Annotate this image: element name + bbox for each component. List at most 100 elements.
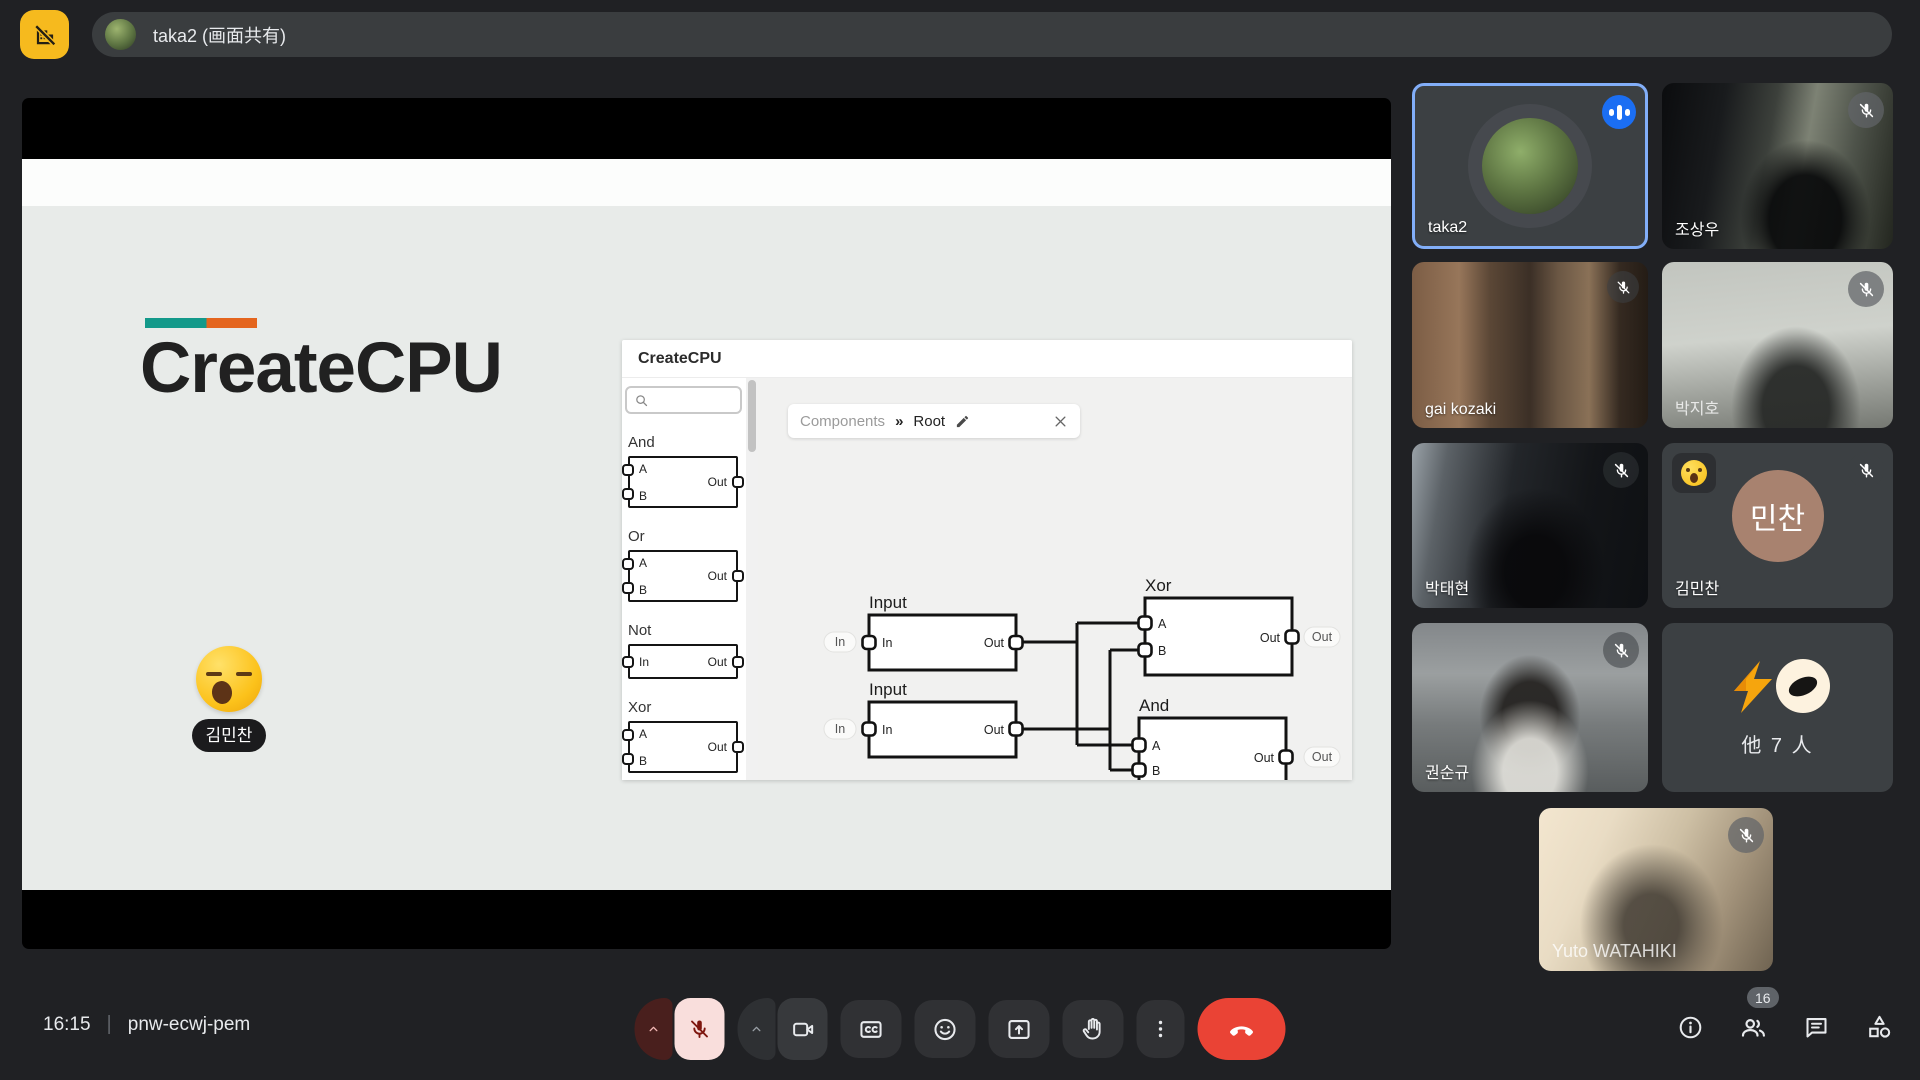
participant-name: 박태현: [1425, 575, 1469, 599]
meet-logo[interactable]: [20, 10, 69, 59]
circuit-diagram[interactable]: In In Out Out Input: [758, 448, 1352, 780]
overflow-count-label: 他 7 人: [1662, 729, 1893, 758]
captions-icon: [858, 1016, 885, 1043]
activities-button[interactable]: [1864, 1010, 1894, 1044]
face-with-open-mouth-emoji: [1672, 453, 1716, 493]
participant-tile[interactable]: 민찬 김민찬: [1662, 443, 1893, 608]
output-port[interactable]: [732, 741, 744, 753]
breadcrumb-current[interactable]: Root: [913, 413, 945, 430]
building-slash-icon: [31, 21, 59, 49]
more-options-button[interactable]: [1137, 1000, 1185, 1058]
port-label: A: [639, 462, 647, 476]
palette-not-box[interactable]: In Out: [628, 644, 738, 679]
scrollbar-thumb[interactable]: [748, 380, 756, 452]
circuit-block-xor[interactable]: Xor A B Out: [1139, 576, 1299, 675]
circuit-block-input1[interactable]: Input In Out: [863, 593, 1023, 670]
port-label: Out: [708, 740, 727, 754]
output-port[interactable]: [732, 570, 744, 582]
raise-hand-icon: [1080, 1016, 1107, 1043]
palette-xor-box[interactable]: A B Out: [628, 721, 738, 773]
svg-text:A: A: [1158, 617, 1167, 631]
panel-toggles: [1675, 1010, 1894, 1044]
input-port: [863, 636, 876, 649]
panel-scrollbar[interactable]: [746, 378, 758, 780]
output-port: [1010, 723, 1023, 736]
svg-text:Out: Out: [984, 723, 1005, 737]
input-port[interactable]: [622, 488, 634, 500]
palette-item-or: Or A B Out: [625, 528, 746, 602]
participant-tile[interactable]: gai kozaki: [1412, 262, 1648, 428]
palette-and-box[interactable]: A B Out: [628, 456, 738, 508]
svg-text:Out: Out: [1254, 751, 1275, 765]
port-label: A: [639, 556, 647, 570]
floating-reaction: 김민찬: [174, 646, 284, 752]
createcpu-app-window: CreateCPU And: [622, 340, 1352, 780]
circuit-block-and[interactable]: And A B Out: [1133, 696, 1293, 780]
edit-pencil-icon[interactable]: [955, 414, 970, 429]
chat-icon: [1803, 1014, 1830, 1041]
mic-options-chevron[interactable]: [635, 998, 673, 1060]
circuit-block-input2[interactable]: Input In Out: [863, 680, 1023, 757]
participant-tile-others[interactable]: 他 7 人: [1662, 623, 1893, 792]
input-port[interactable]: [622, 656, 634, 668]
present-button[interactable]: [989, 1000, 1050, 1058]
input-port: [1139, 617, 1152, 630]
svg-text:In: In: [835, 722, 845, 736]
input-port[interactable]: [622, 558, 634, 570]
presenter-banner[interactable]: taka2 (画面共有): [92, 12, 1892, 57]
palette-item-and: And A B Out: [625, 434, 746, 508]
mic-off-icon: [688, 1017, 712, 1041]
mic-off-icon: [1603, 452, 1639, 488]
participant-tile[interactable]: 박지호: [1662, 262, 1893, 428]
input-port[interactable]: [622, 753, 634, 765]
close-icon[interactable]: [1053, 414, 1068, 429]
raise-hand-button[interactable]: [1063, 1000, 1124, 1058]
participant-tile[interactable]: 조상우: [1662, 83, 1893, 249]
captions-button[interactable]: [841, 1000, 902, 1058]
more-options-icon: [1149, 1017, 1173, 1041]
circuit-canvas[interactable]: Components » Root: [758, 378, 1352, 780]
breadcrumb-separator-icon: »: [895, 413, 903, 430]
participant-name: 권순규: [1425, 759, 1469, 783]
input-port[interactable]: [622, 464, 634, 476]
output-port[interactable]: [732, 656, 744, 668]
palette-item-label: Xor: [628, 699, 746, 716]
shared-window-chrome: [22, 159, 1391, 206]
present-icon: [1006, 1016, 1033, 1043]
svg-text:Out: Out: [1312, 750, 1333, 764]
palette-or-box[interactable]: A B Out: [628, 550, 738, 602]
input-port[interactable]: [622, 582, 634, 594]
people-icon: [1739, 1013, 1768, 1042]
mic-mute-button[interactable]: [675, 998, 725, 1060]
participant-name: 조상우: [1675, 216, 1719, 240]
avatar: 민찬: [1732, 470, 1824, 562]
participant-name: 박지호: [1675, 395, 1719, 419]
input-port: [1133, 764, 1146, 777]
palette-item-label: Or: [628, 528, 746, 545]
meeting-details-button[interactable]: [1675, 1010, 1705, 1044]
slide-accent-bar: [145, 318, 257, 328]
participant-tile[interactable]: 권순규: [1412, 623, 1648, 792]
output-port: [1286, 631, 1299, 644]
participant-tile[interactable]: 박태현: [1412, 443, 1648, 608]
people-panel-button[interactable]: [1738, 1010, 1768, 1044]
port-label: Out: [708, 475, 727, 489]
camera-options-chevron[interactable]: [738, 998, 776, 1060]
camera-button[interactable]: [778, 998, 828, 1060]
separator: |: [107, 1013, 112, 1036]
participant-tile[interactable]: Yuto WATAHIKI: [1539, 808, 1773, 971]
participant-tile-taka2[interactable]: taka2: [1412, 83, 1648, 249]
input-port[interactable]: [622, 729, 634, 741]
svg-text:In: In: [835, 635, 845, 649]
output-port[interactable]: [732, 476, 744, 488]
end-call-button[interactable]: [1198, 998, 1286, 1060]
participant-name: 김민찬: [1675, 575, 1719, 599]
breadcrumb-parent[interactable]: Components: [800, 413, 885, 430]
svg-text:In: In: [882, 723, 892, 737]
palette-item-label: And: [628, 434, 746, 451]
reaction-sender-name: 김민찬: [192, 719, 267, 752]
component-search-input[interactable]: [625, 386, 742, 414]
chat-panel-button[interactable]: [1801, 1010, 1831, 1044]
reactions-button[interactable]: [915, 1000, 976, 1058]
port-label: Out: [708, 655, 727, 669]
